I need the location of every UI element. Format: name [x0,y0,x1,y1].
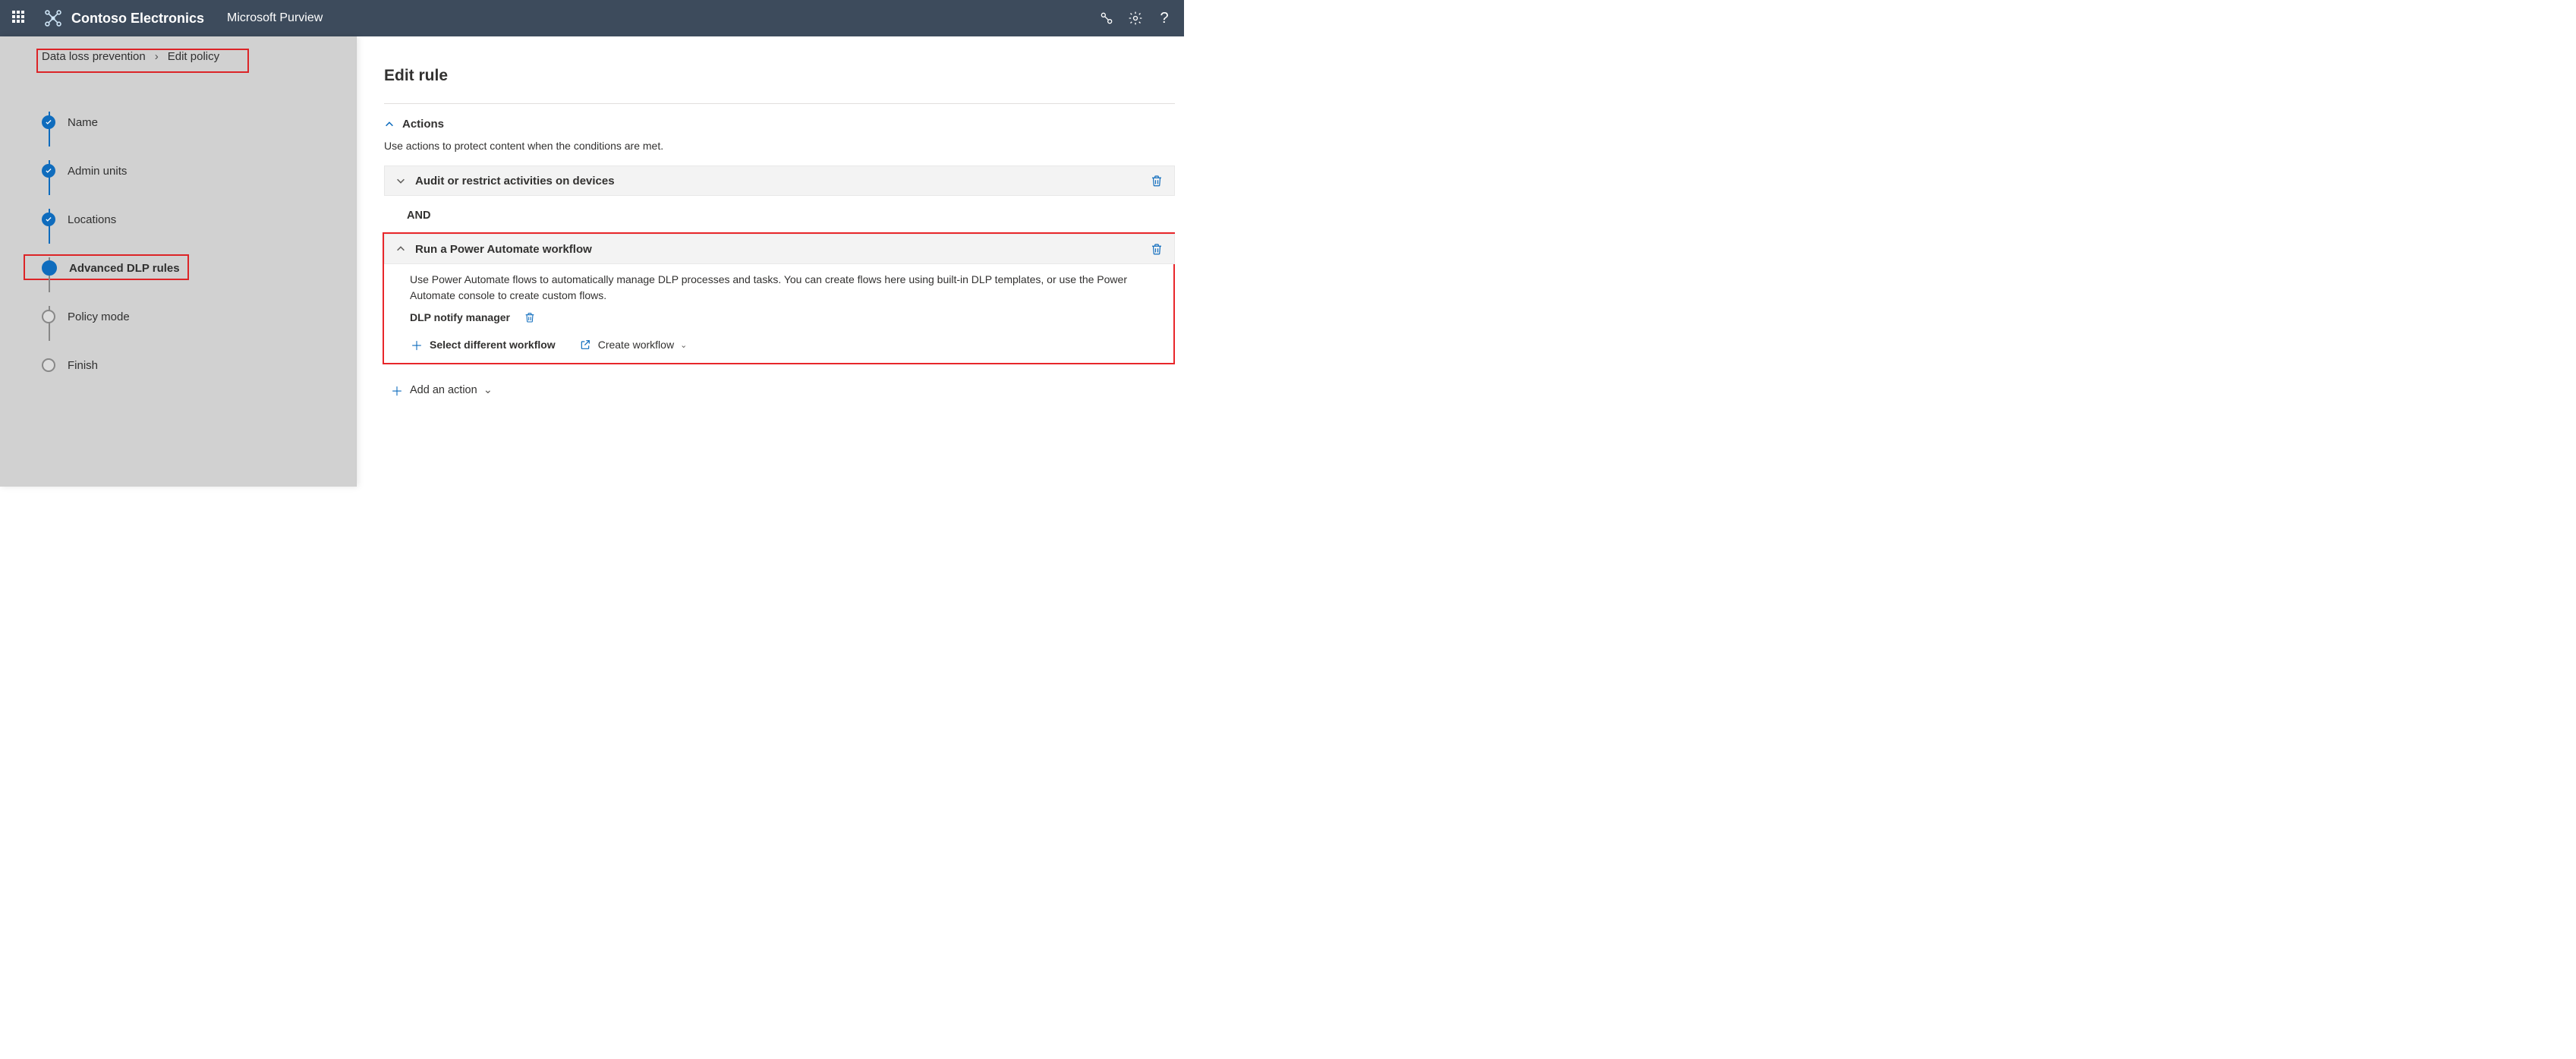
step-label: Locations [68,213,116,226]
brand-name: Contoso Electronics [71,11,204,27]
flow-icon[interactable] [1099,11,1114,26]
add-action-label: Add an action [410,384,477,396]
step-done-icon [42,164,55,178]
chevron-down-icon: ⌄ [483,384,493,396]
wizard-step-advanced-dlp[interactable]: Advanced DLP rules [42,244,333,292]
wizard-steps: Name Admin units Locations Advanced DLP [0,75,356,389]
breadcrumb-current: Edit policy [168,50,219,63]
power-automate-description: Use Power Automate flows to automaticall… [384,264,1175,307]
chevron-up-icon [395,244,406,254]
plus-icon: ＋ [390,381,404,399]
audit-action-title: Audit or restrict activities on devices [415,175,615,188]
power-automate-action-bar[interactable]: Run a Power Automate workflow [384,234,1175,264]
settings-gear-icon[interactable] [1128,11,1143,26]
wizard-step-finish[interactable]: Finish [42,341,333,389]
select-workflow-button[interactable]: ＋ Select different workflow [410,336,556,354]
create-workflow-label: Create workflow [598,339,674,351]
workflow-name: DLP notify manager [410,311,510,323]
chevron-down-icon: ⌄ [680,340,687,350]
main-panel: Edit rule Actions Use actions to protect… [357,36,1184,487]
create-workflow-button[interactable]: Create workflow ⌄ [578,339,688,351]
wizard-step-name[interactable]: Name [42,98,333,147]
chevron-right-icon: › [155,50,159,63]
chevron-down-icon [395,175,406,186]
wizard-step-locations[interactable]: Locations [42,195,333,244]
step-label: Finish [68,359,98,372]
delete-audit-action-button[interactable] [1150,174,1164,188]
power-automate-title: Run a Power Automate workflow [415,243,592,256]
wizard-step-admin-units[interactable]: Admin units [42,147,333,195]
step-label: Admin units [68,165,127,178]
step-label: Name [68,116,98,129]
product-name: Microsoft Purview [227,11,323,25]
step-label: Policy mode [68,310,130,323]
step-pending-icon [42,358,55,372]
help-icon[interactable]: ? [1157,11,1172,26]
breadcrumb: Data loss prevention › Edit policy [0,36,356,75]
actions-section-title: Actions [402,118,444,131]
add-action-button[interactable]: ＋ Add an action ⌄ [384,363,1175,399]
drone-logo-icon [43,8,64,29]
page-title: Edit rule [384,67,1175,85]
brand-logo[interactable]: Contoso Electronics [43,8,204,29]
breadcrumb-parent[interactable]: Data loss prevention [42,50,146,63]
app-header: Contoso Electronics Microsoft Purview ? [0,0,1184,36]
select-workflow-label: Select different workflow [430,339,556,351]
chevron-up-icon [384,119,395,130]
app-launcher-icon[interactable] [12,11,27,26]
step-label: Advanced DLP rules [69,262,180,275]
step-done-icon [42,213,55,226]
selected-workflow-row: DLP notify manager [384,307,1175,325]
wizard-sidebar: Data loss prevention › Edit policy Name … [0,36,357,487]
delete-workflow-button[interactable] [524,311,536,323]
actions-section-toggle[interactable]: Actions [384,118,1175,131]
step-done-icon [42,115,55,129]
actions-description: Use actions to protect content when the … [384,140,1175,152]
audit-action-bar[interactable]: Audit or restrict activities on devices [384,165,1175,196]
step-current-icon [42,260,57,276]
plus-icon: ＋ [410,336,424,354]
divider [384,103,1175,104]
wizard-step-policy-mode[interactable]: Policy mode [42,292,333,341]
step-pending-icon [42,310,55,323]
delete-power-automate-button[interactable] [1150,242,1164,256]
logic-and-label: AND [384,196,1175,234]
open-external-icon [578,339,592,351]
